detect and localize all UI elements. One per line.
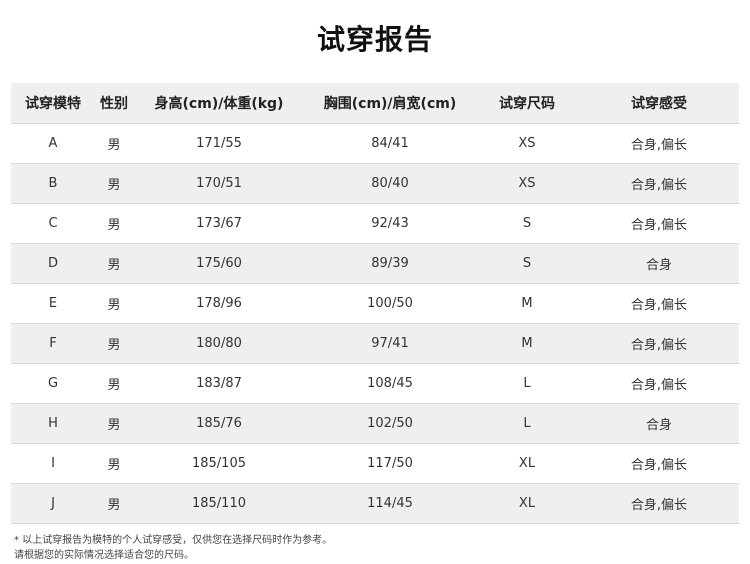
cell-gender: 男 [95,243,133,284]
cell-feedback: 合身,偏长 [579,283,739,324]
header-size: 试穿尺码 [475,83,579,124]
cell-height-weight: 171/55 [133,123,305,164]
cell-height-weight: 175/60 [133,243,305,284]
cell-model: F [11,323,95,364]
table-row: A 男 171/55 84/41 XS 合身,偏长 [11,123,739,164]
cell-chest-shoulder: 92/43 [305,203,475,244]
cell-chest-shoulder: 84/41 [305,123,475,164]
cell-gender: 男 [95,443,133,484]
fitting-report-table: 试穿模特 性别 身高(cm)/体重(kg) 胸围(cm)/肩宽(cm) 试穿尺码… [11,83,739,524]
cell-gender: 男 [95,203,133,244]
cell-size: XS [475,163,579,204]
cell-height-weight: 183/87 [133,363,305,404]
table-row: G 男 183/87 108/45 L 合身,偏长 [11,363,739,404]
table-row: J 男 185/110 114/45 XL 合身,偏长 [11,483,739,524]
cell-height-weight: 185/105 [133,443,305,484]
cell-height-weight: 170/51 [133,163,305,204]
table-header: 试穿模特 性别 身高(cm)/体重(kg) 胸围(cm)/肩宽(cm) 试穿尺码… [11,83,739,124]
cell-model: G [11,363,95,404]
cell-height-weight: 185/76 [133,403,305,444]
table-row: E 男 178/96 100/50 M 合身,偏长 [11,283,739,324]
table-row: H 男 185/76 102/50 L 合身 [11,403,739,444]
table-body: A 男 171/55 84/41 XS 合身,偏长 B 男 170/51 80/40 XS 合身,偏长… [11,123,739,524]
cell-size: L [475,403,579,444]
cell-gender: 男 [95,163,133,204]
cell-size: XS [475,123,579,164]
cell-size: XL [475,443,579,484]
cell-size: M [475,283,579,324]
cell-feedback: 合身,偏长 [579,163,739,204]
cell-size: M [475,323,579,364]
cell-size: S [475,243,579,284]
footnote-line-2: 请根据您的实际情况选择适合您的尺码。 [14,550,194,561]
cell-chest-shoulder: 108/45 [305,363,475,404]
cell-height-weight: 178/96 [133,283,305,324]
cell-gender: 男 [95,483,133,524]
cell-chest-shoulder: 97/41 [305,323,475,364]
header-height-weight: 身高(cm)/体重(kg) [133,83,305,124]
header-feedback: 试穿感受 [579,83,739,124]
cell-model: D [11,243,95,284]
cell-chest-shoulder: 100/50 [305,283,475,324]
cell-gender: 男 [95,123,133,164]
cell-model: H [11,403,95,444]
table-row: F 男 180/80 97/41 M 合身,偏长 [11,323,739,364]
cell-feedback: 合身,偏长 [579,123,739,164]
table-row: D 男 175/60 89/39 S 合身 [11,243,739,284]
cell-feedback: 合身 [579,243,739,284]
cell-model: B [11,163,95,204]
cell-feedback: 合身,偏长 [579,323,739,364]
cell-chest-shoulder: 114/45 [305,483,475,524]
cell-model: A [11,123,95,164]
cell-size: L [475,363,579,404]
cell-gender: 男 [95,363,133,404]
cell-gender: 男 [95,403,133,444]
header-model: 试穿模特 [11,83,95,124]
cell-height-weight: 180/80 [133,323,305,364]
footnote-line-1: * 以上试穿报告为模特的个人试穿感受，仅供您在选择尺码时作为参考。 [14,535,333,546]
cell-gender: 男 [95,283,133,324]
cell-model: J [11,483,95,524]
cell-feedback: 合身,偏长 [579,363,739,404]
cell-feedback: 合身 [579,403,739,444]
cell-chest-shoulder: 80/40 [305,163,475,204]
cell-model: I [11,443,95,484]
page-title: 试穿报告 [316,23,433,56]
cell-model: C [11,203,95,244]
cell-height-weight: 185/110 [133,483,305,524]
cell-size: XL [475,483,579,524]
cell-feedback: 合身,偏长 [579,443,739,484]
cell-height-weight: 173/67 [133,203,305,244]
cell-chest-shoulder: 89/39 [305,243,475,284]
header-gender: 性别 [95,83,133,124]
cell-feedback: 合身,偏长 [579,203,739,244]
cell-feedback: 合身,偏长 [579,483,739,524]
cell-chest-shoulder: 117/50 [305,443,475,484]
header-row: 试穿模特 性别 身高(cm)/体重(kg) 胸围(cm)/肩宽(cm) 试穿尺码… [11,83,739,124]
table-row: B 男 170/51 80/40 XS 合身,偏长 [11,163,739,204]
header-chest-shoulder: 胸围(cm)/肩宽(cm) [305,83,475,124]
cell-chest-shoulder: 102/50 [305,403,475,444]
cell-model: E [11,283,95,324]
cell-size: S [475,203,579,244]
cell-gender: 男 [95,323,133,364]
table-row: C 男 173/67 92/43 S 合身,偏长 [11,203,739,244]
table-row: I 男 185/105 117/50 XL 合身,偏长 [11,443,739,484]
